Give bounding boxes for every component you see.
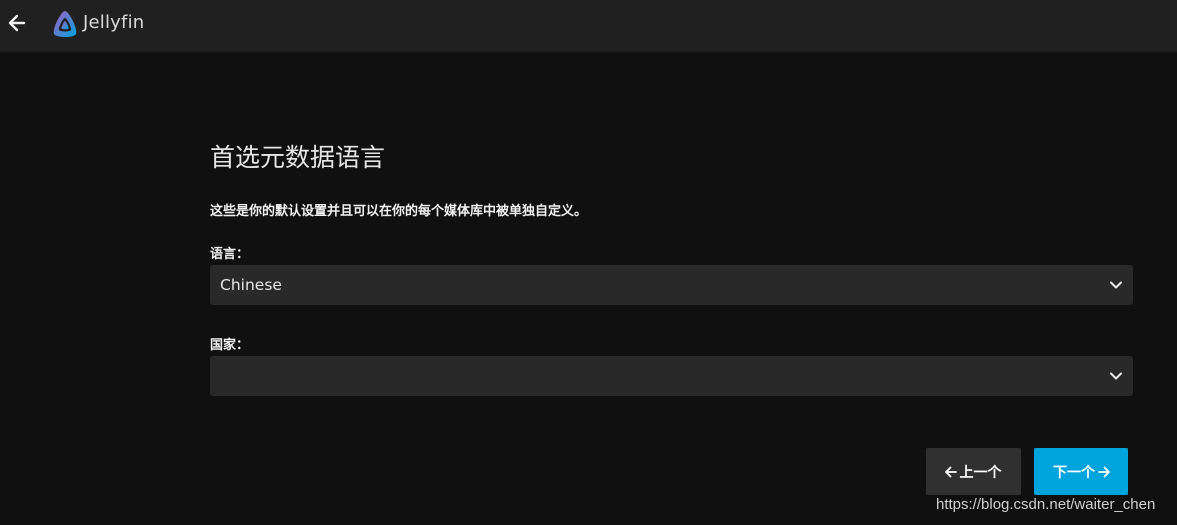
brand-name[interactable]: Jellyfin xyxy=(83,12,144,33)
language-label: 语言： xyxy=(210,247,250,262)
country-label: 国家： xyxy=(210,338,250,353)
watermark-text: https://blog.csdn.net/waiter_chen xyxy=(936,496,1156,513)
page-description: 这些是你的默认设置并且可以在你的每个媒体库中被单独自定义。 xyxy=(210,204,588,219)
chevron-down-icon xyxy=(1110,372,1122,380)
arrow-left-icon xyxy=(944,466,957,477)
arrow-left-icon xyxy=(8,14,26,32)
header-bar: Jellyfin xyxy=(0,0,1177,52)
language-select[interactable]: Chinese xyxy=(210,265,1133,305)
arrow-right-icon xyxy=(1098,466,1110,477)
page-title: 首选元数据语言 xyxy=(210,143,386,172)
language-select-value: Chinese xyxy=(220,276,282,294)
chevron-down-icon xyxy=(1110,281,1122,289)
previous-button-label: 上一个 xyxy=(959,464,1002,481)
previous-button[interactable]: 上一个 xyxy=(926,448,1021,495)
back-button[interactable] xyxy=(6,12,28,34)
metadata-language-form: 首选元数据语言 这些是你的默认设置并且可以在你的每个媒体库中被单独自定义。 语言… xyxy=(210,140,1133,396)
next-button[interactable]: 下一个 xyxy=(1034,448,1128,495)
jellyfin-logo-icon[interactable] xyxy=(50,9,80,39)
next-button-label: 下一个 xyxy=(1053,464,1095,481)
country-select[interactable] xyxy=(210,356,1133,396)
